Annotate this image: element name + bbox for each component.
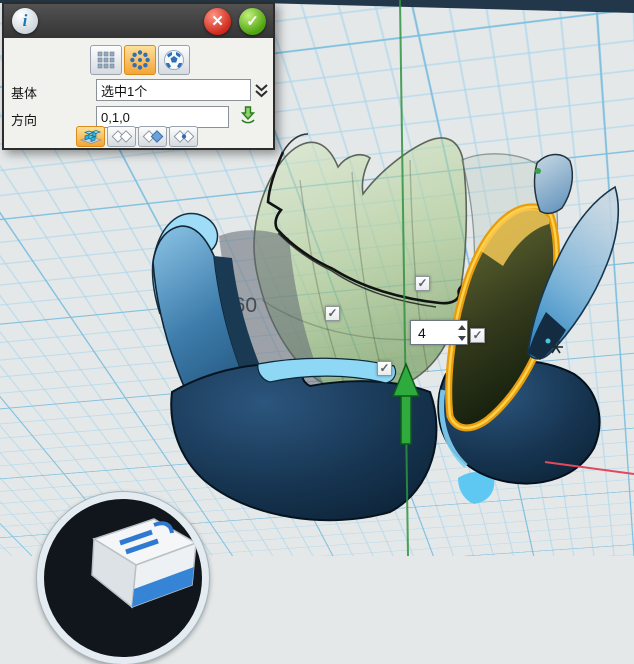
pattern-mode-toolbar: [76, 126, 198, 147]
pattern-dialog: i ✕ ✓: [2, 2, 275, 150]
count-spinner: [410, 320, 468, 345]
instance-toggle-checkbox[interactable]: ✓: [325, 306, 340, 321]
check-mark: ✓: [379, 361, 389, 375]
spin-down-button[interactable]: [456, 334, 467, 342]
two-diamonds-icon: [110, 128, 134, 145]
direction-input[interactable]: [96, 106, 229, 128]
diamonds-dot-icon: [172, 128, 196, 145]
app-brand-badge[interactable]: [37, 492, 209, 664]
cancel-button[interactable]: ✕: [204, 8, 231, 35]
cubes-icon: [79, 128, 103, 145]
check-mark: ✓: [327, 306, 337, 320]
instance-toggle-checkbox[interactable]: ✓: [377, 361, 392, 376]
diamonds-dot-mode-button[interactable]: [169, 126, 198, 147]
check-mark: ✓: [472, 328, 482, 342]
face-pattern-icon: [163, 49, 185, 71]
base-field-label: 基体: [11, 83, 37, 102]
dialog-titlebar[interactable]: i ✕ ✓: [4, 4, 273, 38]
circular-pattern-icon: [129, 49, 151, 71]
instance-toggle-checkbox[interactable]: ✓: [415, 276, 430, 291]
pick-direction-icon[interactable]: [239, 105, 257, 130]
pattern-type-toolbar: [90, 45, 190, 75]
direction-field-label: 方向: [11, 110, 37, 129]
ok-button[interactable]: ✓: [239, 8, 266, 35]
geometry-mode-button[interactable]: [76, 126, 105, 147]
back-petal-tip[interactable]: [535, 154, 573, 213]
count-input[interactable]: [411, 321, 454, 344]
spin-down-icon: [458, 336, 466, 341]
spin-up-icon: [458, 325, 466, 330]
face-pattern-button[interactable]: [158, 45, 190, 75]
brand-cube-icon: [44, 499, 202, 657]
diamonds-white-mode-button[interactable]: [107, 126, 136, 147]
linear-pattern-button[interactable]: [90, 45, 122, 75]
info-icon: i: [12, 8, 38, 34]
spin-up-button[interactable]: [456, 323, 467, 331]
circular-pattern-button[interactable]: [124, 45, 156, 75]
linear-pattern-icon: [95, 49, 117, 71]
chevron-double-down-icon[interactable]: [254, 83, 269, 104]
instance-toggle-checkbox[interactable]: ✓: [470, 328, 485, 343]
cad-application-window: { "window": { "background_color": "#e4e8…: [0, 0, 634, 556]
vertex-point-marker[interactable]: [535, 168, 541, 174]
base-selection-input[interactable]: [96, 79, 251, 101]
datum-point-marker: [546, 339, 551, 344]
diamonds-blue-mode-button[interactable]: [138, 126, 167, 147]
check-mark: ✓: [417, 276, 427, 290]
diamond-blue-icon: [141, 128, 165, 145]
